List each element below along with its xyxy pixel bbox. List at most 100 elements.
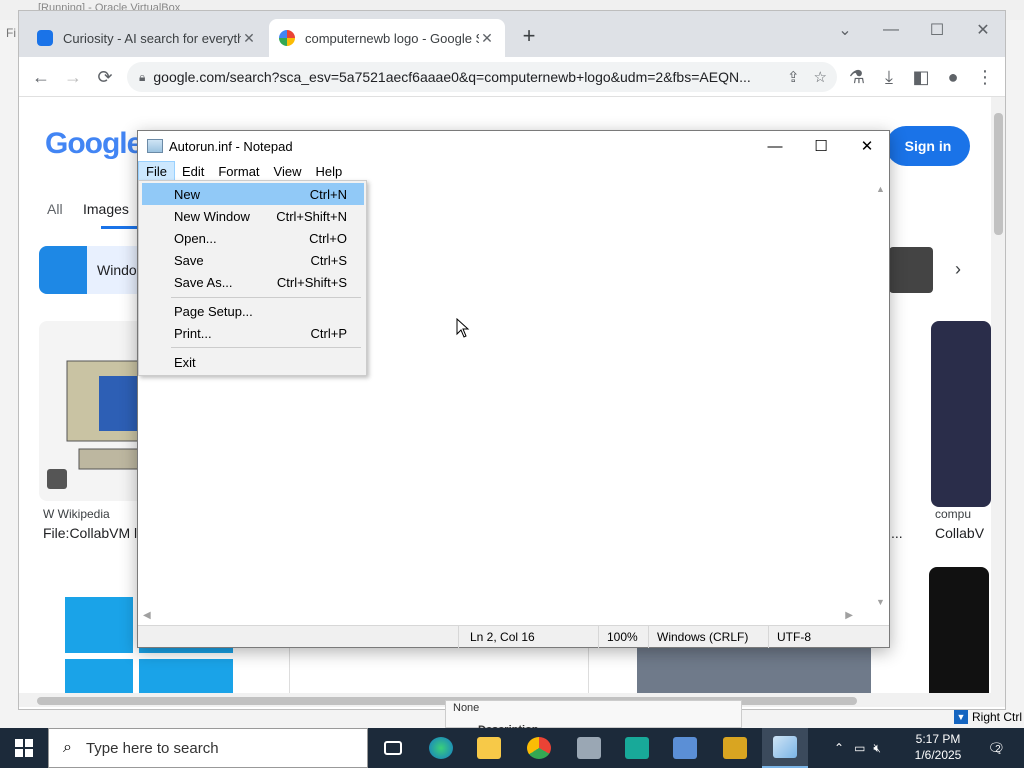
- taskbar-chrome[interactable]: [516, 728, 562, 768]
- curiosity-favicon-icon: [37, 30, 53, 46]
- tab-google[interactable]: computernewb logo - Google Se ✕: [269, 19, 505, 57]
- menu-item-page-setup[interactable]: Page Setup...: [142, 300, 364, 322]
- maximize-button[interactable]: ☐: [798, 131, 844, 161]
- computer-icon: [577, 737, 601, 759]
- new-tab-button[interactable]: +: [515, 23, 543, 49]
- close-tab-icon[interactable]: ✕: [241, 30, 257, 47]
- minimize-button[interactable]: —: [752, 131, 798, 161]
- share-icon[interactable]: ⇪: [787, 68, 800, 86]
- filter-chip-thumbnail[interactable]: [889, 247, 933, 293]
- result-title[interactable]: CollabV: [935, 525, 984, 541]
- tab-curiosity[interactable]: Curiosity - AI search for everythi ✕: [27, 19, 267, 57]
- edge-icon: [429, 737, 453, 759]
- menu-item-shortcut: Ctrl+P: [310, 325, 347, 341]
- tab-images[interactable]: Images: [83, 201, 129, 217]
- horizontal-scrollbar[interactable]: ◀ ▶: [138, 609, 873, 625]
- image-result-dark[interactable]: [929, 567, 989, 707]
- chevron-right-icon[interactable]: ›: [955, 259, 961, 280]
- chip-label: Windo: [97, 262, 137, 278]
- lock-icon: 🔒︎: [139, 69, 146, 84]
- menu-edit[interactable]: Edit: [175, 161, 211, 182]
- menu-item-label: New: [174, 186, 201, 202]
- taskbar-edge[interactable]: [418, 728, 464, 768]
- vertical-scrollbar[interactable]: ▲ ▼: [873, 182, 889, 609]
- taskbar-app[interactable]: [662, 728, 708, 768]
- menu-item-shortcut: Ctrl+O: [309, 230, 347, 246]
- bookmark-star-icon[interactable]: ☆: [814, 68, 827, 86]
- profile-avatar-icon[interactable]: ●: [939, 65, 967, 89]
- taskbar-search[interactable]: ⌕ Type here to search: [48, 728, 368, 768]
- result-title[interactable]: File:CollabVM l: [43, 525, 137, 541]
- status-divider: [598, 626, 599, 648]
- menu-kebab-icon[interactable]: ⋮: [971, 65, 999, 89]
- menu-item-new[interactable]: New Ctrl+N: [142, 183, 364, 205]
- menu-item-save-as[interactable]: Save As... Ctrl+Shift+S: [142, 271, 364, 293]
- labs-flask-icon[interactable]: ⚗: [843, 65, 871, 89]
- clock[interactable]: 5:17 PM 1/6/2025: [908, 731, 968, 763]
- close-button[interactable]: ✕: [844, 131, 890, 161]
- system-tray: ⌃ ▭ 🔇︎: [834, 728, 881, 768]
- taskbar-app[interactable]: [566, 728, 612, 768]
- close-button[interactable]: ✕: [963, 15, 1003, 45]
- menu-item-label: Exit: [174, 354, 196, 370]
- chevron-up-icon[interactable]: ⌃: [834, 741, 844, 755]
- menu-item-shortcut: Ctrl+S: [310, 252, 347, 268]
- image-result-screenshot[interactable]: [931, 321, 991, 507]
- tab-all[interactable]: All: [47, 201, 63, 217]
- taskbar-app[interactable]: [712, 728, 758, 768]
- menu-item-save[interactable]: Save Ctrl+S: [142, 249, 364, 271]
- menu-item-label: Open...: [174, 230, 217, 246]
- url-text: google.com/search?sca_esv=5a7521aecf6aaa…: [153, 69, 751, 85]
- notification-center-button[interactable]: 🗨︎ 2: [980, 734, 1008, 762]
- notification-count: 2: [995, 743, 1001, 755]
- menu-item-label: Page Setup...: [174, 303, 253, 319]
- scroll-left-icon[interactable]: ◀: [143, 610, 151, 621]
- download-icon[interactable]: ⤓: [875, 65, 903, 89]
- status-divider: [458, 626, 459, 648]
- tab-label: computernewb logo - Google Se: [305, 30, 479, 46]
- result-ellipsis: ...: [891, 525, 903, 541]
- mouse-cursor-icon: [456, 318, 470, 338]
- taskbar-app[interactable]: [614, 728, 660, 768]
- reload-button[interactable]: ⟳: [91, 65, 119, 89]
- google-favicon-icon: [279, 30, 295, 46]
- sign-in-button[interactable]: Sign in: [886, 126, 970, 166]
- result-source: W Wikipedia: [43, 507, 110, 521]
- scroll-right-icon[interactable]: ▶: [845, 610, 853, 621]
- side-panel-icon[interactable]: ◧: [907, 65, 935, 89]
- notepad-title-bar[interactable]: Autorun.inf - Notepad — ☐ ✕: [138, 131, 889, 161]
- back-button[interactable]: ←: [27, 65, 55, 89]
- document-icon: [673, 737, 697, 759]
- menu-item-label: Save As...: [174, 274, 233, 290]
- task-view-button[interactable]: [370, 728, 416, 768]
- maximize-button[interactable]: ☐: [917, 15, 957, 45]
- minimize-button[interactable]: —: [871, 15, 911, 45]
- windows-logo-icon: [39, 246, 87, 294]
- taskbar-file-explorer[interactable]: [466, 728, 512, 768]
- close-tab-icon[interactable]: ✕: [479, 30, 495, 47]
- scroll-down-icon[interactable]: ▼: [876, 597, 885, 607]
- forward-button[interactable]: →: [59, 65, 87, 89]
- address-bar[interactable]: 🔒︎ google.com/search?sca_esv=5a7521aecf6…: [127, 62, 837, 92]
- menu-format[interactable]: Format: [211, 161, 266, 182]
- menu-item-exit[interactable]: Exit: [142, 351, 364, 373]
- menu-item-open[interactable]: Open... Ctrl+O: [142, 227, 364, 249]
- notepad-icon: [147, 139, 163, 153]
- menu-file[interactable]: File: [138, 161, 175, 182]
- taskbar-notepad[interactable]: [762, 728, 808, 768]
- menu-view[interactable]: View: [267, 161, 309, 182]
- network-icon[interactable]: ▭: [854, 741, 865, 755]
- volume-muted-icon[interactable]: 🔇︎: [873, 741, 881, 756]
- menu-help[interactable]: Help: [308, 161, 349, 182]
- search-placeholder: Type here to search: [85, 739, 219, 757]
- start-button[interactable]: [0, 728, 48, 768]
- google-logo[interactable]: Google: [45, 127, 143, 161]
- status-divider: [768, 626, 769, 648]
- clock-time: 5:17 PM: [915, 732, 961, 746]
- menu-item-label: Save: [174, 252, 204, 268]
- menu-item-print[interactable]: Print... Ctrl+P: [142, 322, 364, 344]
- scroll-up-icon[interactable]: ▲: [876, 184, 885, 194]
- menu-item-new-window[interactable]: New Window Ctrl+Shift+N: [142, 205, 364, 227]
- vertical-scroll-thumb[interactable]: [994, 113, 1003, 235]
- tab-search-icon[interactable]: ⌄: [825, 15, 865, 45]
